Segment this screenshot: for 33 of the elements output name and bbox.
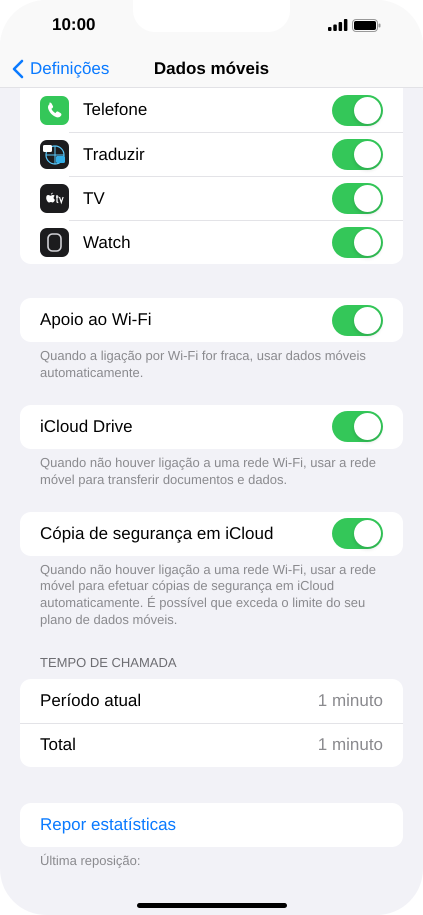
app-label: Traduzir <box>83 144 145 166</box>
tv-app-icon <box>40 184 69 212</box>
stat-value: 1 minuto <box>318 734 383 756</box>
section-header: TEMPO DE CHAMADA <box>39 654 178 672</box>
app-label: TV <box>83 188 105 210</box>
screen-title: Dados móveis <box>154 58 270 80</box>
status-time: 10:00 <box>52 14 96 36</box>
stat-label: Período atual <box>40 690 142 712</box>
last-reset-text: Última reposição: <box>39 852 142 870</box>
footnote-text: Quando não houver ligação a uma rede Wi-Fi, usar a rede móvel para efetuar cópias de segurança em iCloud automaticamente. É possível que exceda o limite do seu plano de dados móveis. <box>39 560 378 630</box>
toggle-switch[interactable] <box>332 227 383 258</box>
toggle-switch[interactable] <box>332 411 383 442</box>
setting-label: Apoio ao Wi-Fi <box>40 309 152 332</box>
footnote-text: Quando a ligação por Wi-Fi for fraca, usar dados móveis automaticamente. <box>39 347 367 382</box>
app-label: Telefone <box>83 99 148 122</box>
app-label: Watch <box>83 232 131 254</box>
battery-icon <box>352 18 381 32</box>
toggle-switch[interactable] <box>332 94 383 126</box>
toggle-switch[interactable] <box>332 183 383 214</box>
toggle-switch[interactable] <box>332 518 383 550</box>
phone-app-icon <box>40 96 69 124</box>
toggle-switch[interactable] <box>332 304 383 336</box>
chevron-left-icon <box>12 58 24 78</box>
stat-label: Total <box>40 734 76 756</box>
setting-label: Cópia de segurança em iCloud <box>40 522 274 545</box>
translate-app-icon <box>40 140 69 168</box>
footnote-text: Quando não houver ligação a uma rede Wi-Fi, usar a rede móvel para transferir documentos e dados. <box>39 454 378 489</box>
toggle-switch[interactable] <box>332 139 383 170</box>
watch-app-icon <box>40 228 69 256</box>
stat-value: 1 minuto <box>318 690 383 712</box>
signal-icon <box>328 19 348 31</box>
back-button[interactable]: Definições <box>12 56 110 82</box>
setting-label: iCloud Drive <box>40 416 133 438</box>
